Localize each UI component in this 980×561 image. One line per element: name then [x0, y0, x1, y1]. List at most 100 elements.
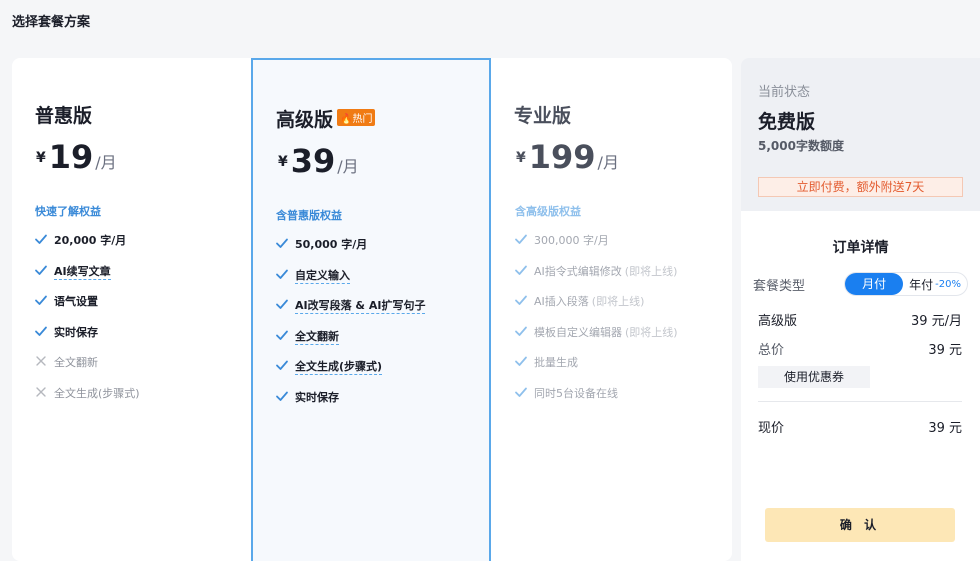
check-icon [34, 293, 48, 307]
feature-item: 批量生成 [514, 354, 678, 385]
plan-card-basic[interactable]: 普惠版 ¥19/月 快速了解权益 20,000 字/月 AI续写文章语气设置实时保… [12, 58, 252, 561]
feature-item: 实时保存 [34, 324, 140, 355]
currency-symbol: ¥ [36, 150, 46, 166]
page-title: 选择套餐方案 [12, 15, 91, 30]
check-icon [275, 358, 289, 372]
plan-price: ¥19/月 [36, 138, 117, 176]
benefits-label: 含高级版权益 [515, 205, 581, 218]
feature-text: AI指令式编辑修改 [534, 264, 622, 278]
feature-item: 全文生成(步骤式) [34, 385, 140, 416]
plan-card-advanced[interactable]: 高级版 🔥热门 ¥39/月 含普惠版权益 50,000 字/月 自定义输入 AI改写段… [251, 58, 491, 561]
feature-text[interactable]: AI改写段落 & AI扩写句子 [295, 297, 426, 314]
feature-item: 全文生成(步骤式) [275, 358, 425, 389]
feature-item: 50,000 字/月 [275, 236, 425, 267]
plan-name: 高级版 🔥热门 [276, 105, 376, 132]
hot-badge-label: 热门 [352, 114, 373, 125]
price-unit: /月 [95, 153, 117, 172]
feature-item: 语气设置 [34, 293, 140, 324]
feature-item: 实时保存 [275, 389, 425, 420]
price-amount: 199 [528, 138, 596, 176]
order-plan-price: 39 元/月 [910, 314, 962, 329]
feature-text: 300,000 字/月 [534, 234, 609, 247]
order-details: 订单详情 套餐类型 月付 年付 -20% 高级版 39 元/月 总价 39 元 … [741, 211, 980, 561]
order-title: 订单详情 [832, 240, 889, 256]
hot-badge: 🔥热门 [337, 109, 376, 126]
plan-name-text: 高级版 [276, 109, 334, 131]
confirm-button[interactable]: 确 认 [765, 508, 955, 542]
feature-list: 300,000 字/月 AI指令式编辑修改 (即将上线) AI插入段落 (即将上线) 模板… [514, 232, 678, 415]
divider [758, 401, 962, 402]
plan-price: ¥39/月 [278, 142, 359, 180]
currency-symbol: ¥ [278, 154, 288, 170]
check-icon [514, 385, 528, 399]
check-icon [275, 328, 289, 342]
feature-item: 同时5台设备在线 [514, 385, 678, 416]
feature-text: 20,000 字/月 [54, 234, 127, 247]
check-icon [514, 263, 528, 277]
feature-text: 50,000 字/月 [295, 238, 368, 251]
check-icon [514, 232, 528, 246]
price-unit: /月 [597, 153, 619, 172]
order-plan-label: 高级版 [758, 314, 798, 329]
check-icon [275, 389, 289, 403]
feature-item: 全文翻新 [275, 328, 425, 359]
order-total-label: 总价 [758, 343, 785, 358]
feature-text: 全文生成(步骤式) [54, 386, 140, 400]
feature-note: (即将上线) [624, 264, 678, 278]
price-amount: 39 [290, 142, 336, 180]
benefits-label: 含普惠版权益 [276, 209, 342, 222]
feature-text[interactable]: 自定义输入 [295, 267, 350, 284]
feature-item: AI插入段落 (即将上线) [514, 293, 678, 324]
check-icon [514, 293, 528, 307]
feature-text[interactable]: AI续写文章 [54, 263, 111, 280]
coupon-button[interactable]: 使用优惠券 [758, 366, 870, 388]
price-amount: 19 [48, 138, 94, 176]
currency-symbol: ¥ [516, 150, 526, 166]
order-total-value: 39 元 [928, 343, 962, 358]
side-panel: 当前状态 免费版 5,000字数额度 立即付费，额外附送7天 订单详情 套餐类型… [741, 58, 980, 561]
feature-text: 实时保存 [295, 390, 339, 404]
status-label: 当前状态 [758, 85, 811, 100]
plan-name: 普惠版 [35, 105, 93, 127]
feature-text: 全文翻新 [54, 356, 98, 369]
benefits-link[interactable]: 快速了解权益 [35, 203, 101, 219]
check-icon [514, 324, 528, 338]
feature-text: 语气设置 [54, 295, 98, 308]
promo-banner: 立即付费，额外附送7天 [758, 177, 963, 197]
feature-text[interactable]: 全文生成(步骤式) [295, 358, 383, 375]
feature-text: AI插入段落 [534, 295, 589, 308]
feature-list: 20,000 字/月 AI续写文章语气设置实时保存全文翻新全文生成(步骤式) [34, 232, 140, 415]
feature-item: AI续写文章 [34, 263, 140, 294]
yearly-option[interactable]: 年付 [909, 276, 933, 293]
plan-name: 专业版 [514, 105, 572, 127]
check-icon [275, 236, 289, 250]
order-plan-row: 高级版 39 元/月 [758, 310, 962, 329]
feature-text[interactable]: 全文翻新 [295, 328, 339, 345]
feature-item: 20,000 字/月 [34, 232, 140, 263]
fire-icon: 🔥 [340, 114, 353, 125]
feature-item: AI指令式编辑修改 (即将上线) [514, 263, 678, 294]
plan-type-label: 套餐类型 [753, 278, 806, 294]
feature-note: (即将上线) [625, 325, 678, 339]
cross-icon [34, 385, 48, 399]
plan-card-pro[interactable]: 专业版 ¥199/月 含高级版权益 300,000 字/月 AI指令式编辑修改 (即… [492, 58, 732, 561]
current-plan-name: 免费版 [758, 111, 816, 133]
feature-text: 同时5台设备在线 [534, 386, 618, 400]
feature-item: AI改写段落 & AI扩写句子 [275, 297, 426, 328]
current-quota: 5,000字数额度 [758, 139, 844, 153]
check-icon [275, 267, 289, 281]
feature-item: 全文翻新 [34, 354, 140, 385]
order-total-row: 总价 39 元 [758, 339, 962, 358]
billing-toggle[interactable]: 月付 年付 -20% [844, 272, 968, 296]
yearly-discount: -20% [935, 278, 961, 290]
feature-item: 模板自定义编辑器 (即将上线) [514, 324, 678, 355]
feature-text: 批量生成 [534, 356, 578, 369]
check-icon [34, 324, 48, 338]
cross-icon [34, 354, 48, 368]
feature-list: 50,000 字/月自定义输入 AI改写段落 & AI扩写句子 全文翻新全文生成(步… [275, 236, 426, 420]
feature-item: 300,000 字/月 [514, 232, 678, 263]
feature-text: 实时保存 [54, 325, 98, 339]
price-unit: /月 [337, 157, 359, 176]
monthly-option[interactable]: 月付 [845, 273, 904, 295]
order-now-row: 现价 39 元 [758, 417, 962, 436]
